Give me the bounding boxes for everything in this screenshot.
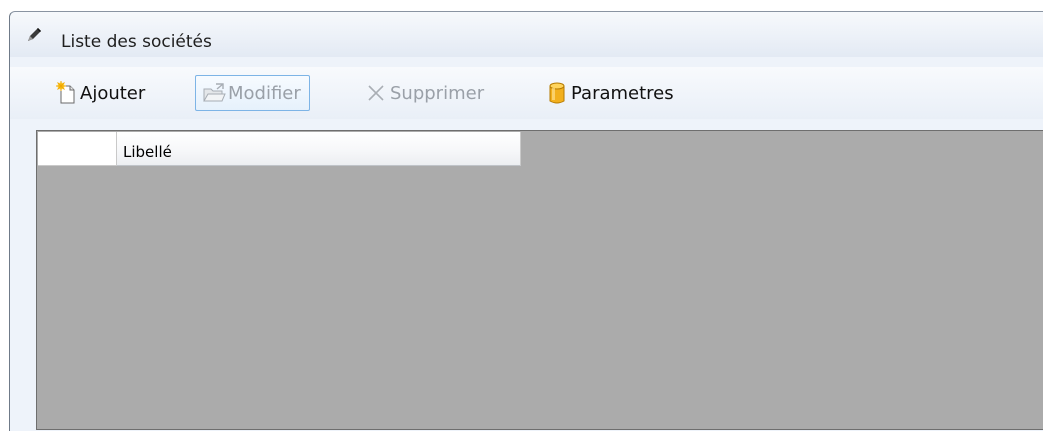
add-button-label: Ajouter [80, 82, 146, 104]
main-window: Liste des sociétés Ajouter Modifier Supp… [9, 11, 1043, 431]
close-x-icon [368, 85, 384, 101]
title-bar: Liste des sociétés [10, 12, 1043, 57]
edit-folder-icon [203, 83, 226, 102]
table-header: Libellé [38, 132, 521, 166]
new-document-icon [56, 81, 75, 104]
delete-button[interactable]: Supprimer [364, 75, 484, 111]
settings-button-label: Parametres [571, 82, 674, 104]
settings-button[interactable]: Parametres [545, 75, 674, 111]
edit-button[interactable]: Modifier [195, 75, 310, 111]
companies-table[interactable]: Libellé [36, 130, 1043, 430]
database-cylinder-icon [549, 82, 565, 104]
delete-button-label: Supprimer [390, 82, 485, 104]
column-header-libelle[interactable]: Libellé [117, 132, 521, 166]
toolbar: Ajouter Modifier Supprimer Parametres [10, 67, 1043, 119]
pencil-icon [28, 28, 41, 41]
table-corner-cell[interactable] [38, 132, 117, 166]
window-title: Liste des sociétés [61, 32, 212, 52]
edit-button-label: Modifier [228, 82, 301, 104]
add-button[interactable]: Ajouter [54, 75, 145, 111]
